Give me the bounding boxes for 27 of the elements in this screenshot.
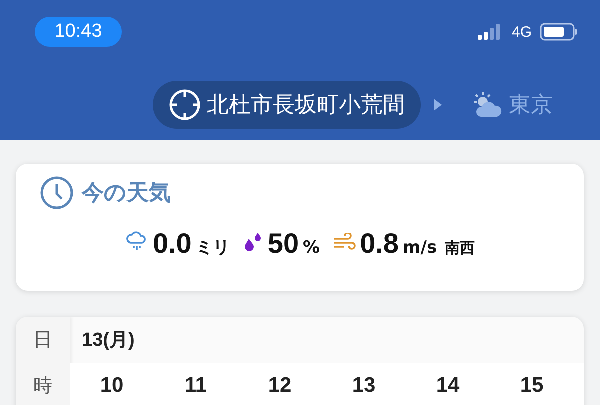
weather-unit: ミリ	[196, 237, 230, 259]
hour-cell-text: 11	[184, 373, 208, 399]
date-cell-text: 13(月)	[81, 329, 136, 353]
sun-cloud-icon	[471, 91, 503, 119]
weather-unit: %	[303, 238, 320, 258]
rain-cloud-icon	[124, 229, 149, 253]
network-label: 4G	[512, 24, 532, 40]
row-label: 時	[32, 374, 54, 399]
hour-cell-text: 14	[435, 373, 461, 399]
weather-value: 50	[268, 228, 300, 260]
weather-value: 0.8	[360, 228, 400, 260]
weather-unit: m/s	[403, 238, 438, 258]
hour-cell-text: 12	[267, 373, 293, 399]
caret-icon	[433, 98, 443, 112]
wind-direction: 南西	[445, 239, 476, 258]
clock-icon	[40, 176, 74, 210]
hour-cell-text: 13	[351, 373, 377, 399]
hour-cell-text: 10	[99, 373, 125, 399]
card-title: 今の天気	[82, 180, 171, 208]
location-tab[interactable]: 北杜市長坂町小荒間	[153, 81, 421, 129]
row-label: 日	[32, 328, 54, 353]
hour-cell-text: 15	[519, 373, 545, 399]
wind-icon	[332, 233, 356, 253]
crosshair-icon	[169, 89, 201, 121]
battery-icon	[540, 23, 578, 41]
status-time: 10:43	[35, 17, 122, 47]
weather-value: 0.0	[152, 228, 192, 260]
